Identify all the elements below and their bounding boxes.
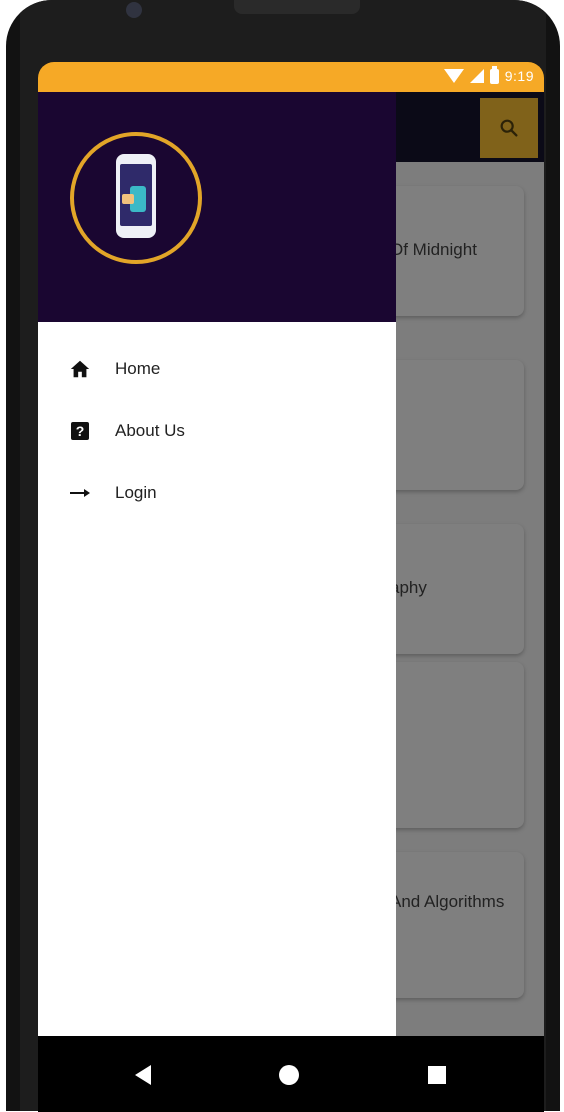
background-card-title: Of Midnight [390, 240, 477, 259]
app-logo [70, 132, 202, 264]
menu-item-home[interactable]: Home [38, 338, 396, 400]
status-icons: 9:19 [443, 65, 534, 84]
menu-item-label: Login [115, 483, 157, 502]
home-icon [68, 357, 92, 381]
battery-icon [489, 65, 499, 84]
menu-item-login[interactable]: Login [38, 462, 396, 524]
home-button[interactable] [276, 1062, 302, 1088]
phone-logo-screen [120, 164, 152, 226]
system-nav-bar [38, 1036, 544, 1112]
recents-icon [428, 1066, 446, 1084]
drawer-header [38, 92, 396, 322]
wifi-icon [443, 69, 464, 83]
search-icon [500, 119, 518, 137]
recents-button[interactable] [424, 1062, 450, 1088]
background-card-title: And Algorithms [390, 892, 505, 911]
status-bar: 9:19 [38, 62, 544, 92]
back-button[interactable] [130, 1062, 156, 1088]
home-circle-icon [279, 1065, 299, 1085]
menu-item-label: About Us [115, 421, 185, 440]
help-icon: ? [68, 419, 92, 443]
drawer-menu: Home ? About Us Login [38, 338, 396, 524]
phone-screen: 9:19 Of Midnight aphy And Algorithms Hom… [38, 62, 544, 1112]
logo-accent [122, 194, 134, 204]
navigation-drawer: Home ? About Us Login [38, 92, 396, 1036]
signal-icon [469, 69, 484, 83]
phone-logo-icon [116, 154, 156, 238]
speaker [234, 0, 360, 14]
svg-text:?: ? [76, 423, 85, 439]
menu-item-label: Home [115, 359, 161, 378]
menu-item-about-us[interactable]: ? About Us [38, 400, 396, 462]
search-button[interactable] [480, 98, 538, 158]
status-time: 9:19 [504, 68, 534, 84]
back-icon [135, 1065, 151, 1085]
arrow-right-icon [68, 481, 92, 505]
front-camera [126, 2, 142, 18]
